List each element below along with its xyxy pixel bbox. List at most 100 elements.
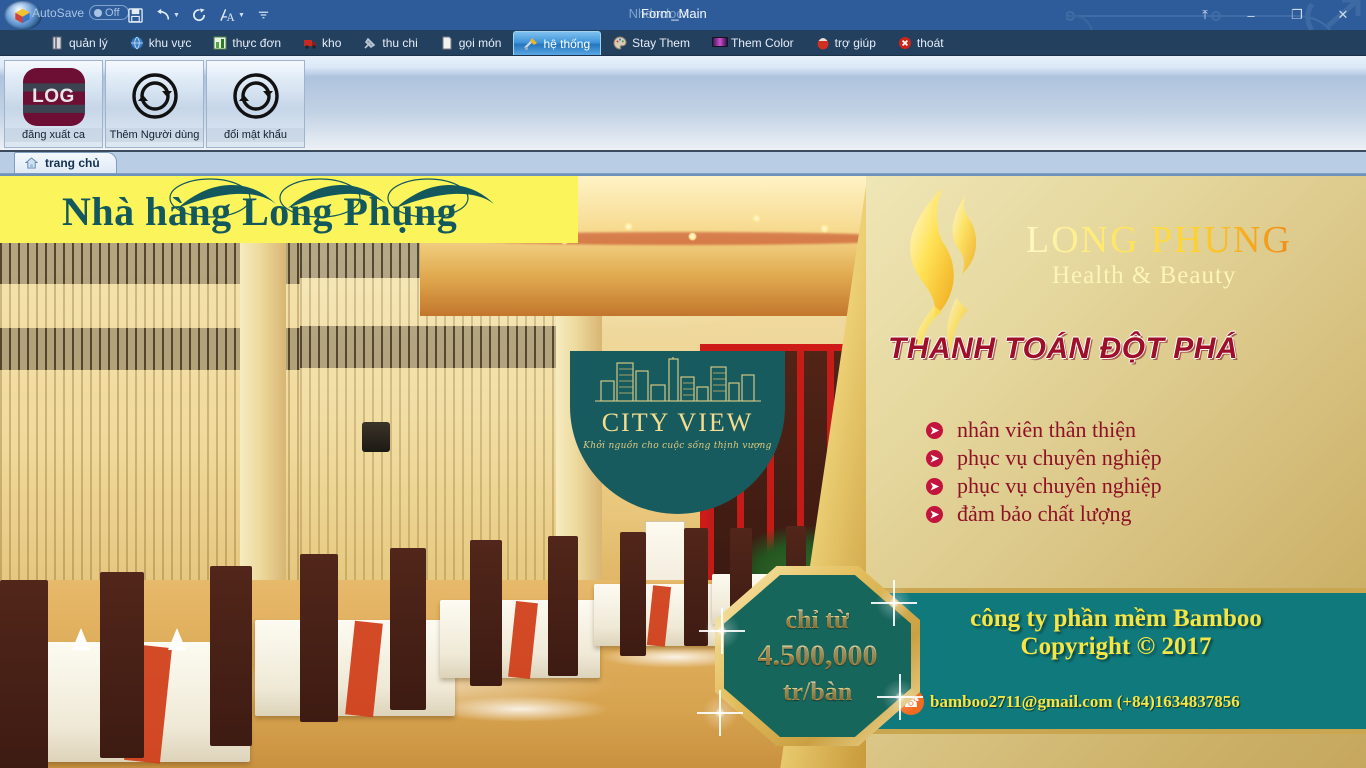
window-title-text: Form_Main: [641, 6, 707, 21]
price-badge-line1: chỉ từ: [785, 605, 850, 634]
arrow-bullet-icon: ➤: [926, 505, 943, 523]
photo-chair: [100, 572, 144, 758]
close-button[interactable]: ✕: [1320, 0, 1366, 30]
menu-item-label: Them Color: [730, 36, 794, 50]
promo-bullet-item: ➤ nhân viên thân thiện: [926, 416, 1162, 444]
flame-logo-icon: [910, 188, 977, 356]
ribbon-toolbar: LOG đăng xuất ca Thêm Người dùng đổi mật…: [0, 56, 1366, 152]
photo-ceiling-light: [688, 232, 697, 241]
menu-item-label: quản lý: [69, 36, 108, 50]
promo-panel: LONG PHUNG Health & Beauty THANH TOÁN ĐỘ…: [866, 176, 1366, 768]
promo-bullet-list: ➤ nhân viên thân thiện ➤ phục vụ chuyên ngh…: [926, 416, 1162, 528]
refresh-circle-icon: [124, 66, 186, 128]
menu-item-he-thong[interactable]: hệ thống: [513, 31, 602, 55]
price-badge-line3: tr/bàn: [782, 677, 853, 706]
brand-subtitle: Health & Beauty: [1052, 262, 1237, 289]
palette-icon: [613, 36, 627, 50]
tab-label: trang chủ: [45, 156, 100, 170]
brand-title: LONG PHUNG: [1026, 219, 1292, 261]
ribbon-button-change-password[interactable]: đổi mật khẩu: [206, 60, 305, 148]
restaurant-name-bar: Nhà hàng Long Phụng: [0, 176, 578, 243]
title-bar: AutoSave Off ▼ A ▼ Nhdoclocx Form_Main ⤒…: [0, 0, 1366, 30]
footer-contact-text: bamboo2711@gmail.com (+84)1634837856: [930, 692, 1240, 711]
promo-bullet-text: phục vụ chuyên nghiệp: [957, 473, 1162, 498]
menu-item-label: khu vực: [148, 36, 192, 50]
restaurant-name: Nhà hàng Long Phụng: [62, 189, 458, 234]
ribbon-button-label: đăng xuất ca: [5, 128, 102, 142]
footer-copyright: Copyright © 2017: [1020, 633, 1212, 660]
footer-contact: ☎ bamboo2711@gmail.com (+84)1634837856: [898, 689, 1240, 715]
document-tab-strip: trang chủ: [0, 152, 1366, 174]
photo-blind-band: [300, 326, 560, 368]
home-icon: [25, 157, 38, 169]
chart-icon: [213, 36, 227, 50]
window-controls: ⤒ – ❐ ✕: [1182, 0, 1366, 30]
photo-chair: [0, 580, 48, 768]
refresh-circle-icon: [225, 66, 287, 128]
menu-item-label: thu chi: [382, 36, 418, 50]
promo-footer: công ty phần mềm Bamboo Copyright © 2017…: [866, 588, 1366, 734]
menu-item-label: gọi món: [458, 36, 502, 50]
arrow-bullet-icon: ➤: [926, 421, 943, 439]
minimize-button[interactable]: –: [1228, 0, 1274, 30]
promo-bullet-item: ➤ phục vụ chuyên nghiệp: [926, 444, 1162, 472]
menu-item-label: hệ thống: [543, 36, 591, 51]
ribbon-button-add-user[interactable]: Thêm Người dùng: [105, 60, 204, 148]
arrow-bullet-icon: ➤: [926, 449, 943, 467]
menu-item-goi-mon[interactable]: gọi món: [430, 31, 512, 55]
main-canvas: CITY VIEW Khởi nguồn cho cuộc sống thịnh…: [0, 174, 1366, 768]
menu-bar: quản lý khu vực thực đơn kho thu chi gọi món h…: [0, 30, 1366, 56]
promo-bullet-text: phục vụ chuyên nghiệp: [957, 445, 1162, 470]
menu-item-stay-them[interactable]: Stay Them: [603, 31, 700, 55]
menu-item-label: thực đơn: [232, 36, 282, 50]
tab-trang-chu[interactable]: trang chủ: [14, 152, 117, 173]
photo-chair: [390, 548, 426, 710]
menu-item-thoat[interactable]: thoát: [888, 31, 954, 55]
ribbon-button-label: đổi mật khẩu: [207, 128, 304, 142]
menu-item-thu-chi[interactable]: thu chi: [353, 31, 427, 55]
price-badge-line2: 4.500,000: [757, 639, 878, 672]
cityview-name: CITY VIEW: [601, 408, 754, 437]
footer-company: công ty phần mềm Bamboo: [970, 605, 1262, 632]
photo-chair: [620, 532, 646, 656]
photo-chair: [210, 566, 252, 746]
price-badge: chỉ từ 4.500,000 tr/bàn: [697, 566, 923, 746]
photo-speaker: [362, 422, 390, 452]
promo-bullet-text: đảm bảo chất lượng: [957, 501, 1132, 526]
truck-icon: [303, 36, 317, 50]
book-icon: [50, 36, 64, 50]
photo-chair: [470, 540, 502, 686]
menu-item-khu-vuc[interactable]: khu vực: [120, 31, 202, 55]
promo-bullet-item: ➤ phục vụ chuyên nghiệp: [926, 472, 1162, 500]
help-icon: [816, 36, 830, 50]
photo-napkin: [168, 628, 186, 650]
ribbon-display-options-button[interactable]: ⤒: [1182, 0, 1228, 30]
menu-item-label: trợ giúp: [834, 36, 876, 50]
menu-item-kho[interactable]: kho: [293, 31, 351, 55]
window-title: Nhdoclocx Form_Main: [0, 6, 1366, 21]
arrow-bullet-icon: ➤: [926, 477, 943, 495]
menu-item-label: Stay Them: [632, 36, 690, 50]
ribbon-button-label: Thêm Người dùng: [106, 128, 203, 142]
photo-ceiling-light: [820, 224, 829, 233]
promo-headline: THANH TOÁN ĐỘT PHÁ: [888, 332, 1239, 365]
log-icon-badge: LOG: [22, 68, 85, 126]
ribbon-button-logout[interactable]: LOG đăng xuất ca: [4, 60, 103, 148]
photo-ceiling-light: [624, 222, 633, 231]
photo-floor-reflection: [430, 696, 610, 722]
tools-icon: [524, 37, 538, 51]
menu-item-them-color[interactable]: Them Color: [702, 31, 804, 55]
skyline-icon: [570, 351, 785, 407]
photo-chair: [684, 528, 708, 646]
cityview-tagline: Khởi nguồn cho cuộc sống thịnh vượng: [583, 441, 772, 451]
restore-button[interactable]: ❐: [1274, 0, 1320, 30]
menu-item-thuc-đon[interactable]: thực đơn: [203, 31, 291, 55]
menu-item-quan-ly[interactable]: quản lý: [40, 31, 118, 55]
menu-item-tro-giup[interactable]: trợ giúp: [806, 31, 886, 55]
promo-bullet-text: nhân viên thân thiện: [957, 417, 1137, 442]
exit-icon: [898, 36, 912, 50]
menu-item-label: thoát: [916, 36, 944, 50]
photo-napkin: [72, 628, 90, 650]
menu-item-label: kho: [322, 36, 342, 50]
note-icon: [440, 36, 454, 50]
